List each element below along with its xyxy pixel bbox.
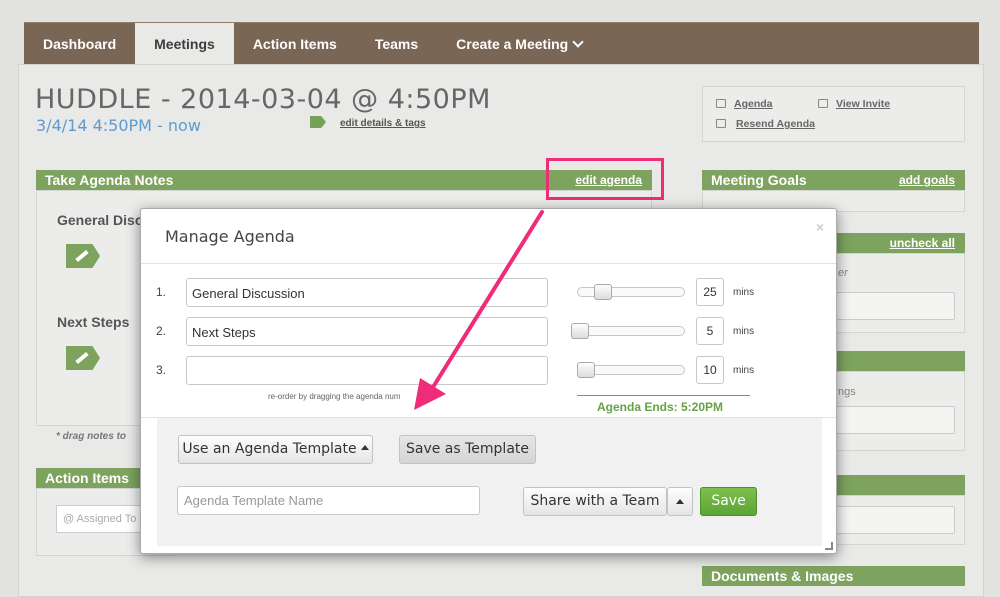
envelope-icon	[716, 119, 726, 128]
save-as-template-button[interactable]: Save as Template	[399, 435, 536, 464]
assigned-to-placeholder: Assigned To	[76, 513, 137, 525]
agenda-item-input[interactable]: Next Steps	[186, 317, 548, 346]
minutes-input[interactable]: 10	[696, 356, 724, 384]
calendar-icon	[818, 99, 828, 108]
agenda-ends-time: Agenda Ends: 5:20PM	[597, 400, 724, 414]
agenda-item-input[interactable]: General Discussion	[186, 278, 548, 307]
chevron-down-icon	[572, 35, 584, 48]
tab-dashboard[interactable]: Dashboard	[24, 23, 135, 65]
view-invite-link[interactable]: View Invite	[836, 98, 890, 110]
action-items-title: Action Items	[45, 470, 130, 486]
tab-teams[interactable]: Teams	[356, 23, 437, 65]
main-nav: Dashboard Meetings Action Items Teams Cr…	[24, 22, 979, 65]
minutes-input[interactable]: 5	[696, 317, 724, 345]
uncheck-all-link[interactable]: uncheck all	[890, 233, 955, 253]
slider-thumb[interactable]	[577, 362, 595, 378]
meeting-links-box	[702, 86, 965, 142]
manage-agenda-modal: Manage Agenda × 1. General Discussion 25…	[140, 208, 837, 554]
mins-label: mins	[733, 287, 755, 298]
use-template-label: Use an Agenda Template	[182, 441, 357, 457]
right-panel-3-input[interactable]	[836, 406, 955, 434]
modal-title: Manage Agenda	[165, 227, 295, 246]
print-icon	[716, 99, 726, 108]
tab-create-meeting[interactable]: Create a Meeting	[437, 23, 601, 65]
meeting-datetime: 3/4/14 4:50PM - now	[36, 116, 201, 135]
save-button[interactable]: Save	[700, 487, 757, 516]
modal-divider	[141, 263, 836, 264]
caret-up-icon	[360, 445, 369, 450]
agenda-notes-title: Take Agenda Notes	[45, 172, 174, 188]
agenda-item-general: General Disc	[57, 212, 143, 228]
meeting-goals-header: Meeting Goals add goals	[702, 170, 965, 190]
resend-agenda-link[interactable]: Resend Agenda	[736, 118, 815, 130]
agenda-link[interactable]: Agenda	[734, 98, 773, 110]
share-dropdown-toggle[interactable]	[667, 487, 693, 516]
mins-label: mins	[733, 365, 755, 376]
agenda-row-number: 1.	[156, 285, 167, 299]
modal-footer: Use an Agenda Template Save as Template …	[157, 418, 822, 546]
documents-header: Documents & Images	[702, 566, 965, 586]
right-panel-4-input[interactable]	[836, 506, 955, 534]
right-panel-3-text: ngs	[838, 386, 856, 398]
checklist-input[interactable]	[836, 292, 955, 320]
use-template-button[interactable]: Use an Agenda Template	[178, 435, 373, 464]
page-title: HUDDLE - 2014-03-04 @ 4:50PM	[35, 84, 491, 115]
agenda-item-input[interactable]	[186, 356, 548, 385]
resize-handle[interactable]	[825, 542, 833, 550]
close-icon[interactable]: ×	[816, 219, 824, 235]
template-name-input[interactable]: Agenda Template Name	[177, 486, 480, 515]
checklist-ghost-text: er	[838, 267, 848, 279]
agenda-row-number: 2.	[156, 324, 167, 338]
drag-notes-hint: * drag notes to	[56, 431, 127, 442]
mins-label: mins	[733, 326, 755, 337]
share-with-team-button[interactable]: Share with a Team	[523, 487, 667, 516]
add-goals-link[interactable]: add goals	[899, 170, 955, 190]
caret-up-icon	[676, 498, 684, 504]
ends-divider	[577, 395, 750, 396]
tab-meetings[interactable]: Meetings	[135, 23, 234, 65]
minutes-input[interactable]: 25	[696, 278, 724, 306]
slider-thumb[interactable]	[571, 323, 589, 339]
agenda-item-next-steps: Next Steps	[57, 314, 130, 330]
meeting-goals-title: Meeting Goals	[711, 172, 807, 188]
edit-details-link[interactable]: edit details & tags	[340, 118, 426, 129]
slider-thumb[interactable]	[594, 284, 612, 300]
tab-action-items[interactable]: Action Items	[234, 23, 356, 65]
agenda-row-number: 3.	[156, 363, 167, 377]
edit-agenda-highlight	[546, 158, 664, 200]
tab-create-meeting-label: Create a Meeting	[456, 36, 569, 52]
documents-title: Documents & Images	[711, 568, 854, 584]
reorder-hint: re-order by dragging the agenda num	[268, 392, 401, 401]
assigned-to-input[interactable]: @ Assigned To	[56, 505, 146, 533]
